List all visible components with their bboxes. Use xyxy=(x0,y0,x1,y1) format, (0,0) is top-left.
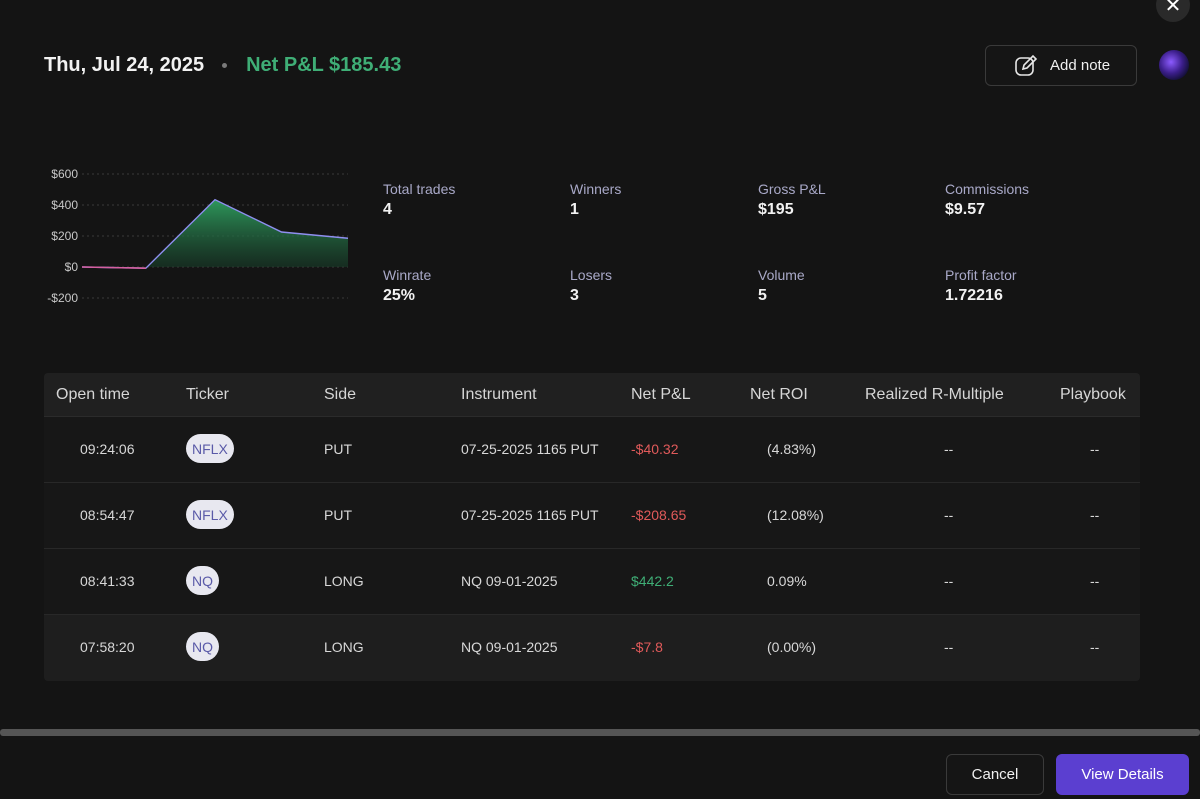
net-roi-cell: (12.08%) xyxy=(767,507,824,523)
side-cell: PUT xyxy=(324,507,352,523)
trades-table: Open time Ticker Side Instrument Net P&L Net … xyxy=(44,373,1140,681)
column-header-r-multiple[interactable]: Realized R-Multiple xyxy=(865,386,1004,404)
page-title: Thu, Jul 24, 2025 xyxy=(44,53,205,76)
net-pnl-summary: Net P&L $185.43 xyxy=(246,53,402,76)
y-tick-label: $0 xyxy=(65,260,79,274)
playbook-cell: -- xyxy=(1090,507,1100,523)
edit-note-icon xyxy=(1015,54,1038,76)
net-roi-cell: 0.09% xyxy=(767,573,807,589)
ticker-badge[interactable]: NFLX xyxy=(186,500,234,529)
r-multiple-cell: -- xyxy=(944,573,954,589)
net-roi-cell: (4.83%) xyxy=(767,441,817,457)
y-tick-label: -$200 xyxy=(47,291,78,305)
side-cell: LONG xyxy=(324,639,364,655)
open-time-cell: 09:24:06 xyxy=(80,441,135,457)
side-cell: LONG xyxy=(324,573,364,589)
stat-label: Winners xyxy=(570,181,622,197)
stat-volume: Volume 5 xyxy=(758,267,805,305)
stat-value: $195 xyxy=(758,201,794,218)
playbook-cell: -- xyxy=(1090,639,1100,655)
net-pnl-cell: -$208.65 xyxy=(631,507,687,523)
table-row[interactable]: 07:58:20 NQ LONG NQ 09-01-2025 -$7.8 (0.00%) -… xyxy=(44,615,1140,681)
add-note-label: Add note xyxy=(1050,57,1111,74)
table-row[interactable]: 08:54:47 NFLX PUT 07-25-2025 1165 PUT -$208.… xyxy=(44,483,1140,549)
close-button[interactable]: ✕ xyxy=(1156,0,1190,22)
y-tick-label: $200 xyxy=(51,229,78,243)
table-row[interactable]: 08:41:33 NQ LONG NQ 09-01-2025 $442.2 0.09% --… xyxy=(44,549,1140,615)
stat-value: 1.72216 xyxy=(945,287,1003,304)
stat-winners: Winners 1 xyxy=(570,181,621,219)
instrument-cell: NQ 09-01-2025 xyxy=(461,573,558,589)
net-pnl-cell: -$40.32 xyxy=(631,441,679,457)
stat-label: Gross P&L xyxy=(758,181,826,197)
stat-value: 4 xyxy=(383,201,392,218)
open-time-cell: 08:41:33 xyxy=(80,573,135,589)
net-roi-cell: (0.00%) xyxy=(767,639,817,655)
table-row[interactable]: 09:24:06 NFLX PUT 07-25-2025 1165 PUT -$40.3… xyxy=(44,417,1140,483)
stat-value: 1 xyxy=(570,201,579,218)
stat-winrate: Winrate 25% xyxy=(383,267,431,305)
stat-value: $9.57 xyxy=(945,201,986,218)
y-tick-label: $400 xyxy=(51,198,78,212)
playbook-cell: -- xyxy=(1090,573,1100,589)
close-icon: ✕ xyxy=(1164,0,1182,17)
net-pnl-cell: $442.2 xyxy=(631,573,674,589)
stat-value: 3 xyxy=(570,287,579,304)
r-multiple-cell: -- xyxy=(944,639,954,655)
stat-commissions: Commissions $9.57 xyxy=(945,181,1029,219)
instrument-cell: NQ 09-01-2025 xyxy=(461,639,558,655)
stat-label: Total trades xyxy=(383,181,456,197)
stat-label: Commissions xyxy=(945,181,1030,197)
column-header-ticker[interactable]: Ticker xyxy=(186,386,229,404)
column-header-playbook[interactable]: Playbook xyxy=(1060,386,1126,404)
y-tick-label: $600 xyxy=(51,167,78,181)
stat-label: Volume xyxy=(758,267,805,283)
table-header: Open time Ticker Side Instrument Net P&L Net … xyxy=(44,373,1140,417)
stat-label: Losers xyxy=(570,267,613,283)
stat-gross-p-l: Gross P&L $195 xyxy=(758,181,826,219)
separator-dot xyxy=(222,62,228,68)
add-note-button[interactable]: Add note xyxy=(985,45,1137,86)
column-header-instrument[interactable]: Instrument xyxy=(461,386,537,404)
instrument-cell: 07-25-2025 1165 PUT xyxy=(461,507,599,523)
stat-label: Profit factor xyxy=(945,267,1017,283)
ticker-badge[interactable]: NQ xyxy=(186,566,219,595)
r-multiple-cell: -- xyxy=(944,441,954,457)
cancel-button[interactable]: Cancel xyxy=(946,754,1044,795)
net-pnl-cell: -$7.8 xyxy=(631,639,663,655)
header: Thu, Jul 24, 2025 Net P&L $185.43 xyxy=(44,52,401,78)
column-header-side[interactable]: Side xyxy=(324,386,356,404)
stat-label: Winrate xyxy=(383,267,432,283)
open-time-cell: 07:58:20 xyxy=(80,639,135,655)
playbook-cell: -- xyxy=(1090,441,1100,457)
horizontal-scrollbar[interactable] xyxy=(0,729,1200,736)
column-header-net-roi[interactable]: Net ROI xyxy=(750,386,808,404)
column-header-net-pnl[interactable]: Net P&L xyxy=(631,386,691,404)
stat-value: 25% xyxy=(383,287,416,304)
r-multiple-cell: -- xyxy=(944,507,954,523)
ticker-badge[interactable]: NQ xyxy=(186,632,219,661)
avatar[interactable] xyxy=(1159,50,1189,80)
stat-total-trades: Total trades 4 xyxy=(383,181,455,219)
side-cell: PUT xyxy=(324,441,352,457)
instrument-cell: 07-25-2025 1165 PUT xyxy=(461,441,599,457)
ticker-badge[interactable]: NFLX xyxy=(186,434,234,463)
stat-profit-factor: Profit factor 1.72216 xyxy=(945,267,1017,305)
stat-losers: Losers 3 xyxy=(570,267,612,305)
open-time-cell: 08:54:47 xyxy=(80,507,135,523)
pnl-chart: $600 $400 $200 $0 -$200 xyxy=(47,167,349,305)
column-header-open-time[interactable]: Open time xyxy=(56,386,130,404)
view-details-button[interactable]: View Details xyxy=(1056,754,1189,795)
stat-value: 5 xyxy=(758,287,767,304)
